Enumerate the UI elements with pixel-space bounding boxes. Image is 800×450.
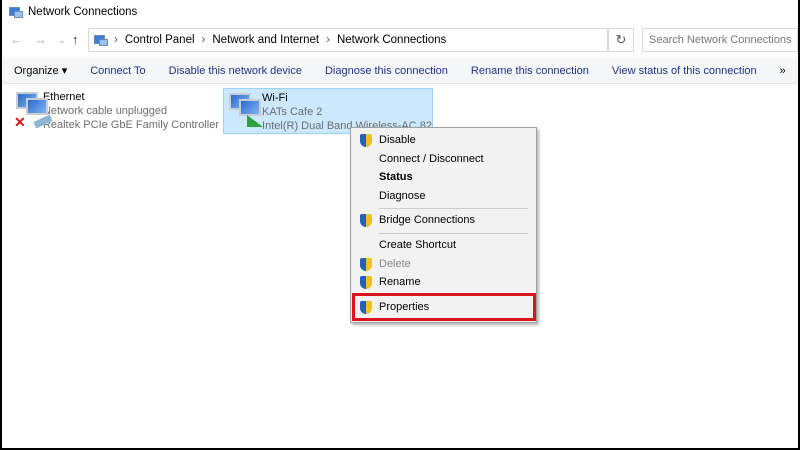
shield-icon bbox=[360, 276, 372, 289]
connection-device: Realtek PCIe GbE Family Controller bbox=[42, 119, 219, 131]
menu-item-delete: Delete bbox=[351, 255, 536, 274]
shield-icon bbox=[360, 134, 372, 147]
menu-label: Rename bbox=[379, 276, 421, 288]
organize-button[interactable]: Organize ▾ bbox=[14, 64, 67, 77]
up-icon[interactable]: ↑ bbox=[72, 32, 79, 47]
menu-separator bbox=[379, 233, 528, 234]
ethernet-adapter-icon: ✕ bbox=[14, 90, 53, 130]
menu-label: Status bbox=[379, 171, 413, 183]
diagnose-button[interactable]: Diagnose this connection bbox=[325, 65, 448, 77]
menu-separator bbox=[379, 208, 528, 209]
title-bar: Network Connections bbox=[2, 0, 798, 24]
menu-label: Delete bbox=[379, 258, 411, 270]
rename-button[interactable]: Rename this connection bbox=[471, 65, 589, 77]
menu-label: Connect / Disconnect bbox=[379, 153, 484, 165]
connect-to-button[interactable]: Connect To bbox=[90, 65, 145, 77]
navigation-bar: ← → ⌄ ↑ › Control Panel › Network and Inte… bbox=[2, 27, 798, 53]
menu-item-rename[interactable]: Rename bbox=[351, 273, 536, 292]
signal-bars-icon bbox=[247, 115, 263, 127]
menu-item-create-shortcut[interactable]: Create Shortcut bbox=[351, 236, 536, 255]
connection-ethernet[interactable]: ✕ Ethernet Network cable unplugged Realt… bbox=[14, 90, 219, 136]
breadcrumb-network-connections[interactable]: Network Connections bbox=[337, 34, 446, 46]
refresh-button[interactable]: ↻ bbox=[608, 28, 634, 52]
address-bar[interactable]: › Control Panel › Network and Internet › Ne… bbox=[88, 28, 608, 52]
menu-item-connect-disconnect[interactable]: Connect / Disconnect bbox=[351, 150, 536, 169]
command-bar: Organize ▾ Connect To Disable this netwo… bbox=[2, 58, 798, 84]
network-icon bbox=[93, 34, 108, 46]
more-commands-button[interactable]: » bbox=[780, 65, 786, 77]
back-icon[interactable]: ← bbox=[10, 32, 23, 47]
wifi-adapter-icon bbox=[227, 91, 263, 131]
properties-highlight-box bbox=[352, 293, 536, 321]
menu-label: Diagnose bbox=[379, 190, 426, 202]
menu-label: Bridge Connections bbox=[379, 214, 476, 226]
disable-device-button[interactable]: Disable this network device bbox=[169, 65, 302, 77]
menu-item-diagnose[interactable]: Diagnose bbox=[351, 187, 536, 206]
view-status-button[interactable]: View status of this connection bbox=[612, 65, 757, 77]
shield-icon bbox=[360, 258, 372, 271]
window-title: Network Connections bbox=[28, 6, 138, 18]
connection-name: Wi-Fi bbox=[262, 92, 288, 104]
connection-name: Ethernet bbox=[42, 91, 85, 103]
menu-item-disable[interactable]: Disable bbox=[351, 131, 536, 150]
search-input[interactable]: Search Network Connections bbox=[642, 28, 798, 52]
network-connections-window: Network Connections ← → ⌄ ↑ › Control Pan… bbox=[2, 0, 798, 448]
connection-status: KATs Cafe 2 bbox=[262, 106, 323, 118]
breadcrumb-control-panel[interactable]: Control Panel bbox=[125, 34, 195, 46]
shield-icon bbox=[360, 214, 372, 227]
menu-item-bridge-connections[interactable]: Bridge Connections bbox=[351, 211, 536, 230]
network-icon bbox=[8, 6, 23, 18]
menu-label: Create Shortcut bbox=[379, 239, 457, 251]
menu-item-status[interactable]: Status bbox=[351, 168, 536, 187]
disconnected-x-icon: ✕ bbox=[14, 114, 26, 130]
connection-status: Network cable unplugged bbox=[42, 105, 168, 117]
menu-label: Disable bbox=[379, 134, 416, 146]
breadcrumb-network-and-internet[interactable]: Network and Internet bbox=[212, 34, 319, 46]
forward-icon[interactable]: → bbox=[34, 32, 47, 47]
context-menu: Disable Connect / Disconnect Status Diag… bbox=[350, 127, 537, 323]
recent-chevron-down-icon[interactable]: ⌄ bbox=[58, 35, 66, 46]
